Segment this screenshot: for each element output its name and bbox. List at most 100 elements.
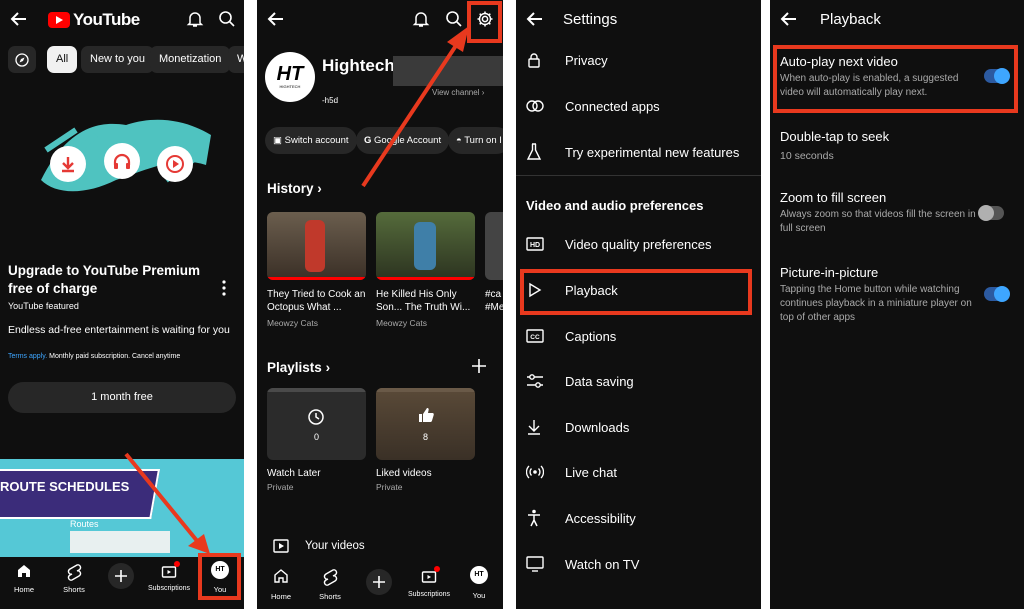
back-arrow-icon[interactable] <box>10 10 28 28</box>
nav-shorts-label: Shorts <box>319 592 341 601</box>
terms-link[interactable]: Terms apply. <box>8 353 47 360</box>
zoom-fill-toggle[interactable] <box>978 205 1004 221</box>
playlist-liked-thumb[interactable]: 8 <box>376 388 475 460</box>
add-playlist-icon[interactable] <box>471 358 487 374</box>
divider <box>516 175 761 176</box>
setting-zoom-fill[interactable]: Zoom to fill screen Always zoom so that … <box>780 190 980 236</box>
subscriptions-icon <box>142 561 196 579</box>
settings-screen: Settings Privacy Connected apps Try expe… <box>516 0 761 609</box>
notifications-icon[interactable] <box>186 10 204 28</box>
back-arrow-icon[interactable] <box>780 10 798 28</box>
channel-avatar[interactable]: HT HIGHTECH <box>265 52 315 102</box>
settings-item-connected-apps[interactable]: Connected apps <box>526 91 756 121</box>
history-title-2: He Killed His Only Son... The Truth Wi..… <box>376 289 471 313</box>
one-month-free-button[interactable]: 1 month free <box>8 382 236 413</box>
nav-subscriptions[interactable]: Subscriptions <box>142 561 196 592</box>
youtube-logo: YouTube <box>48 10 140 30</box>
annotation-highlight-autoplay <box>773 45 1018 113</box>
create-button[interactable] <box>366 569 392 595</box>
settings-item-label: Downloads <box>565 419 630 435</box>
promo-terms: Terms apply. Monthly paid subscription. … <box>8 353 180 360</box>
thumbs-up-icon <box>417 406 435 424</box>
promo-title: Upgrade to YouTube Premium free of charg… <box>8 263 201 296</box>
nav-shorts[interactable]: Shorts <box>58 563 90 594</box>
home-icon <box>8 563 40 579</box>
search-icon[interactable] <box>218 10 236 28</box>
more-options-icon[interactable] <box>221 280 227 296</box>
back-arrow-icon[interactable] <box>526 10 544 28</box>
youtube-home-screen: YouTube All New to you Monetization W Up… <box>0 0 244 609</box>
notification-dot <box>434 566 440 572</box>
history-title-1: They Tried to Cook an Octopus What ... <box>267 289 366 313</box>
settings-item-data-saving[interactable]: Data saving <box>526 366 756 396</box>
explore-compass-icon[interactable] <box>8 46 36 73</box>
thumb-figure <box>305 220 325 272</box>
nav-home[interactable]: Home <box>8 563 40 594</box>
pip-toggle[interactable] <box>984 286 1010 302</box>
playlist-watch-later-thumb[interactable]: 0 <box>267 388 366 460</box>
history-thumb-1[interactable] <box>267 212 366 280</box>
settings-item-watch-on-tv[interactable]: Watch on TV <box>526 549 756 579</box>
playlist-count: 8 <box>422 432 428 442</box>
playback-settings-screen: Playback Auto-play next video When auto-… <box>770 0 1024 609</box>
page-title: Playback <box>820 11 881 28</box>
nav-home-label: Home <box>270 592 291 601</box>
live-icon <box>526 464 556 480</box>
toggle-knob <box>978 205 994 221</box>
section-heading: Video and audio preferences <box>526 198 704 213</box>
clock-icon <box>307 408 325 426</box>
hd-icon: HD <box>526 237 556 251</box>
settings-item-accessibility[interactable]: Accessibility <box>526 503 756 533</box>
nav-you[interactable]: HT You <box>463 566 495 600</box>
settings-item-label: Captions <box>565 328 617 344</box>
notification-dot <box>174 561 180 567</box>
shorts-icon <box>58 563 90 581</box>
nav-shorts[interactable]: Shorts <box>314 568 346 601</box>
playlist-name-2: Liked videos <box>376 468 432 479</box>
setting-double-tap[interactable]: Double-tap to seek 10 seconds <box>780 129 980 163</box>
bottom-nav: Home Shorts Subscriptions HT You <box>257 561 503 609</box>
your-videos-label: Your videos <box>305 540 365 552</box>
your-videos-item[interactable]: Your videos <box>273 539 365 553</box>
settings-item-captions[interactable]: CC Captions <box>526 321 756 351</box>
nav-home[interactable]: Home <box>265 568 297 601</box>
settings-item-label: Live chat <box>565 464 618 480</box>
back-arrow-icon[interactable] <box>267 10 285 28</box>
nav-shorts-label: Shorts <box>63 585 85 594</box>
setting-pip[interactable]: Picture-in-picture Tapping the Home butt… <box>780 265 980 325</box>
svg-text:CC: CC <box>530 334 540 341</box>
playlist-privacy-1: Private <box>267 482 294 492</box>
channel-avatar-logo: HT <box>276 63 304 85</box>
annotation-highlight-you <box>198 553 241 600</box>
settings-item-privacy[interactable]: Privacy <box>526 45 756 75</box>
settings-item-label: Connected apps <box>565 98 660 114</box>
settings-item-live-chat[interactable]: Live chat <box>526 457 756 487</box>
connected-apps-icon <box>526 98 556 114</box>
playlist-name-1: Watch Later <box>267 468 321 479</box>
nav-subscriptions[interactable]: Subscriptions <box>403 566 455 598</box>
settings-item-label: Data saving <box>565 373 634 389</box>
thumb-figure <box>414 222 436 270</box>
history-heading[interactable]: History › <box>267 181 322 196</box>
chip-monetization[interactable]: Monetization <box>150 46 231 73</box>
youtube-play-icon <box>48 12 70 28</box>
chip-new-to-you[interactable]: New to you <box>81 46 155 73</box>
captions-icon: CC <box>526 329 556 343</box>
settings-item-downloads[interactable]: Downloads <box>526 412 756 442</box>
create-button[interactable] <box>108 563 134 589</box>
lock-icon <box>526 52 556 68</box>
chip-all[interactable]: All <box>47 46 78 73</box>
terms-text: Monthly paid subscription. Cancel anytim… <box>47 353 181 360</box>
playlists-heading[interactable]: Playlists › <box>267 360 330 375</box>
annotation-arrow <box>361 26 469 188</box>
settings-item-experimental[interactable]: Try experimental new features <box>526 137 756 167</box>
settings-item-video-quality[interactable]: HD Video quality preferences <box>526 229 756 259</box>
annotation-highlight-playback <box>520 269 752 315</box>
stack-edge <box>376 388 475 392</box>
switch-account-button[interactable]: ▣ Switch account <box>265 127 357 154</box>
banner-heading: ROUTE SCHEDULES <box>0 479 130 494</box>
history-thumb-3[interactable] <box>485 212 503 280</box>
history-thumb-2[interactable] <box>376 212 475 280</box>
chevron-right-icon: › <box>481 88 485 97</box>
chip-more[interactable]: W <box>228 46 244 73</box>
